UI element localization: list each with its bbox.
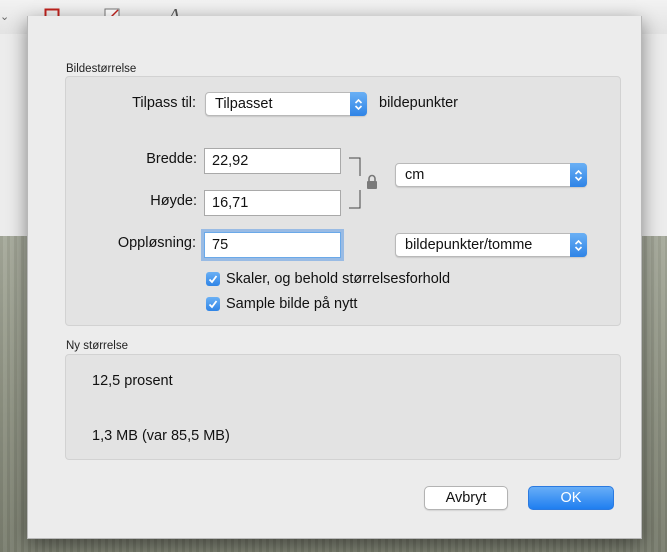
size-unit-popup[interactable]: cm xyxy=(395,163,587,187)
new-size-bytes: 1,3 MB (var 85,5 MB) xyxy=(92,428,230,444)
width-field[interactable]: 22,92 xyxy=(204,148,341,174)
resample-checkbox[interactable]: Sample bilde på nytt xyxy=(206,296,357,312)
checkmark-icon xyxy=(206,272,220,286)
height-label: Høyde: xyxy=(150,193,197,209)
lock-icon[interactable] xyxy=(366,174,378,189)
chevron-down-icon: ⌄ xyxy=(0,10,10,23)
toolbar-partial-button[interactable]: ⌄ xyxy=(0,6,9,26)
fit-unit-label: bildepunkter xyxy=(379,95,458,111)
width-label: Bredde: xyxy=(146,151,197,167)
cancel-button[interactable]: Avbryt xyxy=(424,486,508,510)
resolution-unit-value: bildepunkter/tomme xyxy=(405,237,533,253)
image-size-dialog: Bildestørrelse Tilpass til: Tilpasset bi… xyxy=(27,16,642,539)
resolution-field[interactable]: 75 xyxy=(204,232,341,258)
new-size-section-title: Ny størrelse xyxy=(66,340,128,352)
resample-checkbox-label: Sample bilde på nytt xyxy=(226,296,358,312)
new-size-percent: 12,5 prosent xyxy=(92,373,173,389)
size-unit-value: cm xyxy=(405,167,425,183)
scale-checkbox-label: Skaler, og behold størrelsesforhold xyxy=(226,271,451,287)
popup-arrows-icon xyxy=(570,233,587,257)
ok-button[interactable]: OK xyxy=(528,486,614,510)
image-size-group: Tilpass til: Tilpasset bildepunkter Bred… xyxy=(65,76,621,326)
scale-checkbox[interactable]: Skaler, og behold størrelsesforhold xyxy=(206,271,450,287)
new-size-group: 12,5 prosent 1,3 MB (var 85,5 MB) xyxy=(65,354,621,460)
popup-arrows-icon xyxy=(570,163,587,187)
fit-popup[interactable]: Tilpasset xyxy=(205,92,367,116)
image-size-section-title: Bildestørrelse xyxy=(66,63,137,75)
checkmark-icon xyxy=(206,297,220,311)
popup-arrows-icon xyxy=(350,92,367,116)
fit-value: Tilpasset xyxy=(215,96,273,112)
fit-label: Tilpass til: xyxy=(132,95,196,111)
resolution-unit-popup[interactable]: bildepunkter/tomme xyxy=(395,233,587,257)
height-field[interactable]: 16,71 xyxy=(204,190,341,216)
resolution-label: Oppløsning: xyxy=(117,235,196,251)
